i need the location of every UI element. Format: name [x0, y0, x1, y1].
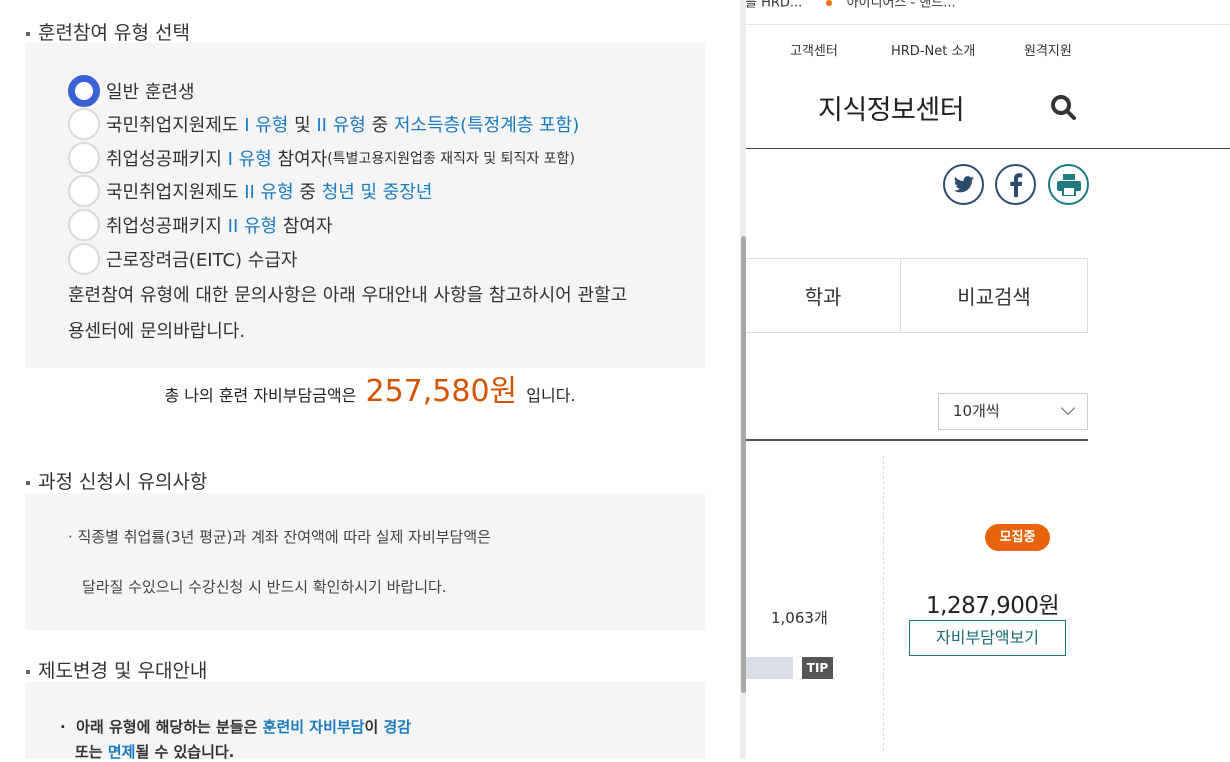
guide-text-part: 면제: [107, 743, 136, 761]
bookmark-item[interactable]: 아이디어스 - 핸드...: [847, 0, 956, 10]
section-title-text: 제도변경 및 우대안내: [38, 660, 208, 682]
option-label-part: 및: [288, 115, 317, 136]
option-label-part: II 유형: [316, 115, 366, 136]
scrollbar-thumb[interactable]: [741, 236, 746, 693]
option-label-part: 국민취업지원제도: [106, 182, 245, 203]
bullet-icon: [26, 480, 30, 485]
note-line: 훈련참여 유형에 대한 문의사항은 아래 우대안내 사항을 참고하시어 관할고: [68, 285, 628, 306]
per-page-select[interactable]: 10개씩: [938, 393, 1088, 430]
dashed-divider: [883, 456, 884, 751]
option-label-part: 청년 및 중장년: [321, 182, 433, 203]
participation-option[interactable]: 일반 훈련생: [68, 75, 195, 107]
site-title[interactable]: 지식정보센터: [818, 88, 965, 127]
bookmark-item[interactable]: 를 HRD...: [745, 0, 802, 10]
option-label-part: 취업성공패키지: [106, 149, 228, 170]
note-line: 용센터에 문의바랍니다.: [68, 321, 246, 342]
guide-text-part: 이: [364, 718, 384, 736]
search-icon[interactable]: [1050, 94, 1076, 120]
tab-compare-search[interactable]: 비교검색: [900, 258, 1088, 333]
guide-text-part: 또는: [75, 743, 108, 761]
section-title-text: 훈련참여 유형 선택: [38, 22, 190, 44]
facebook-button[interactable]: [995, 164, 1036, 205]
list-divider: [745, 439, 1088, 441]
radio-selected[interactable]: [68, 75, 100, 107]
facebook-icon: [1009, 172, 1022, 197]
radio-unselected[interactable]: [68, 209, 100, 241]
chevron-down-icon: [1060, 400, 1076, 416]
guide-text-part: 훈련비 자비부담: [262, 718, 365, 736]
option-label-part: 근로장려금(EITC) 수급자: [106, 250, 298, 271]
participation-option[interactable]: 취업성공패키지 II 유형 참여자: [68, 209, 333, 241]
status-badge: 모집중: [985, 524, 1050, 551]
radio-unselected[interactable]: [68, 108, 100, 140]
progress-bar: [745, 657, 793, 679]
option-label-part: 국민취업지원제도: [106, 115, 245, 136]
option-label-part: 중: [293, 182, 322, 203]
print-button[interactable]: [1048, 164, 1089, 205]
section-title-text: 과정 신청시 유의사항: [38, 471, 208, 493]
view-self-burden-button[interactable]: 자비부담액보기: [909, 620, 1066, 656]
total-amount: 257,580원: [365, 374, 518, 409]
total-prefix: 총 나의 훈련 자비부담금액은: [164, 386, 357, 405]
section-title-cautions: 과정 신청시 유의사항: [26, 467, 207, 494]
option-label-part: 저소득층(특정계층 포함): [393, 115, 580, 136]
util-link-remote-support[interactable]: 원격지원: [1024, 40, 1072, 59]
section-title-participation-type: 훈련참여 유형 선택: [26, 18, 190, 45]
tab-department[interactable]: 학과: [745, 258, 901, 333]
caution-line: 달라질 수있으니 수강신청 시 반드시 확인하시기 바랍니다.: [82, 578, 447, 596]
guide-text-part: 될 수 있습니다.: [135, 743, 235, 761]
printer-icon: [1056, 173, 1081, 196]
count-label: 1,063개: [771, 609, 828, 627]
option-label-part: 참여자: [271, 149, 328, 170]
caution-line: · 직종별 취업률(3년 평균)과 계좌 잔여액에 따라 실제 자비부담액은: [68, 528, 491, 546]
bullet-icon: [26, 669, 30, 674]
participation-option[interactable]: 근로장려금(EITC) 수급자: [68, 243, 298, 275]
tip-badge[interactable]: TIP: [802, 657, 833, 679]
option-label-part: 중: [365, 115, 394, 136]
total-self-burden: 총 나의 훈련 자비부담금액은 257,580원 입니다.: [0, 366, 740, 410]
option-label-part: II 유형: [244, 182, 294, 203]
guide-text-part: · 아래 유형에 해당하는 분들은: [60, 718, 263, 736]
total-suffix: 입니다.: [526, 386, 576, 405]
option-label-part: 일반 훈련생: [106, 82, 195, 103]
twitter-icon: [953, 175, 974, 192]
twitter-button[interactable]: [943, 164, 984, 205]
section-title-policy-guide: 제도변경 및 우대안내: [26, 656, 207, 683]
option-label-part: II 유형: [227, 216, 278, 237]
cautions-box: [25, 493, 705, 630]
option-label-part: (특별고용지원업종 재직자 및 퇴직자 포함): [327, 151, 575, 167]
orange-dot-icon: [826, 0, 833, 6]
bullet-icon: [26, 31, 30, 36]
radio-unselected[interactable]: [68, 142, 100, 174]
select-value: 10개씩: [953, 402, 1000, 420]
self-burden-panel: 훈련참여 유형 선택 일반 훈련생국민취업지원제도 I 유형 및 II 유형 중…: [0, 0, 740, 761]
radio-unselected[interactable]: [68, 175, 100, 207]
participation-option[interactable]: 국민취업지원제도 I 유형 및 II 유형 중 저소득층(특정계층 포함): [68, 108, 580, 140]
tab-label: 비교검색: [957, 285, 1031, 309]
radio-unselected[interactable]: [68, 243, 100, 275]
participation-option[interactable]: 국민취업지원제도 II 유형 중 청년 및 중장년: [68, 175, 433, 207]
divider: [745, 24, 1230, 25]
util-link-about[interactable]: HRD-Net 소개: [891, 40, 975, 59]
util-link-customer-center[interactable]: 고객센터: [790, 40, 838, 59]
option-label-part: I 유형: [244, 115, 289, 136]
course-price: 1,287,900원: [926, 593, 1060, 619]
participation-option[interactable]: 취업성공패키지 I 유형 참여자 (특별고용지원업종 재직자 및 퇴직자 포함): [68, 142, 575, 174]
option-label-part: 취업성공패키지: [106, 216, 228, 237]
option-label-part: 참여자: [277, 216, 333, 237]
guide-line: · 아래 유형에 해당하는 분들은 훈련비 자비부담이 경감: [60, 716, 411, 737]
bookmark-bar: 를 HRD... 아이디어스 - 핸드...: [745, 0, 1230, 10]
tab-label: 학과: [804, 285, 842, 309]
header-divider: [745, 148, 1230, 149]
guide-text-part: 경감: [383, 718, 412, 736]
inquiry-note: 훈련참여 유형에 대한 문의사항은 아래 우대안내 사항을 참고하시어 관할고 …: [68, 278, 688, 350]
option-label-part: I 유형: [227, 149, 272, 170]
